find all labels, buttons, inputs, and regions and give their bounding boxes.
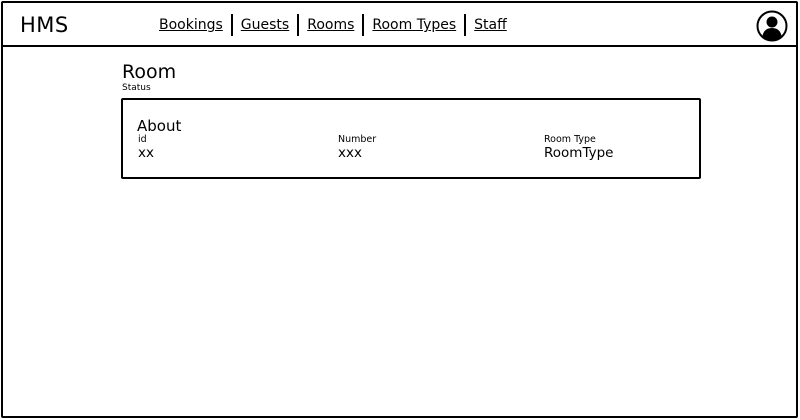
- nav-divider: [230, 14, 233, 36]
- user-avatar-icon[interactable]: [756, 10, 788, 42]
- about-card: About id xx Number xxx Room Type RoomTyp…: [121, 98, 701, 179]
- field-value-room-type: RoomType: [544, 145, 614, 161]
- status-label: Status: [122, 83, 151, 93]
- nav-link-staff[interactable]: Staff: [471, 15, 510, 35]
- nav-link-bookings[interactable]: Bookings: [156, 15, 226, 35]
- field-value-id: xx: [138, 145, 154, 161]
- page-title: Room: [122, 61, 177, 83]
- nav-link-rooms[interactable]: Rooms: [304, 15, 357, 35]
- nav-link-room-types[interactable]: Room Types: [369, 15, 459, 35]
- nav-divider: [362, 14, 365, 36]
- nav-divider: [297, 14, 300, 36]
- nav-divider: [464, 14, 467, 36]
- app-window: HMS Bookings Guests Rooms Room Types Sta…: [1, 1, 798, 418]
- card-title: About: [137, 117, 182, 135]
- app-brand[interactable]: HMS: [20, 13, 69, 37]
- field-label-id: id: [138, 134, 147, 145]
- field-label-number: Number: [338, 134, 377, 145]
- top-navbar: HMS Bookings Guests Rooms Room Types Sta…: [3, 3, 796, 47]
- field-label-room-type: Room Type: [544, 134, 596, 145]
- main-nav: Bookings Guests Rooms Room Types Staff: [156, 14, 510, 36]
- field-value-number: xxx: [338, 145, 362, 161]
- nav-link-guests[interactable]: Guests: [238, 15, 292, 35]
